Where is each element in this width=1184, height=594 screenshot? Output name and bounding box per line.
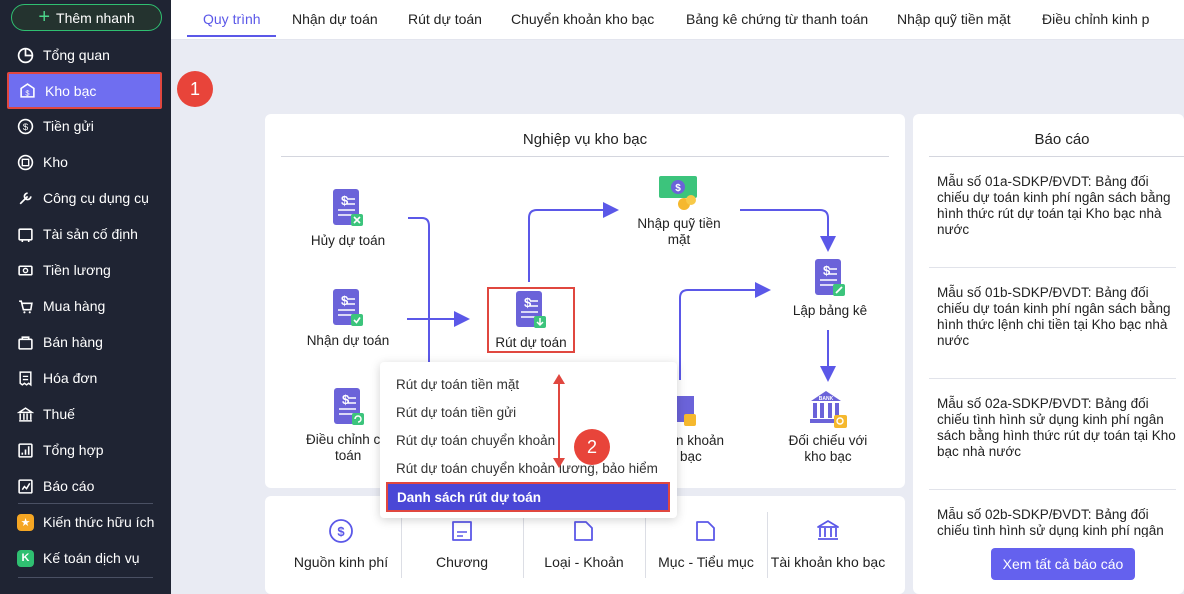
report-link[interactable]: Mẫu số 02b-SDKP/ĐVDT: Bảng đối chiếu tìn…	[937, 507, 1179, 537]
node-label: Lập bảng kê	[792, 303, 868, 318]
svg-text:$: $	[675, 183, 681, 194]
category-treasury-account[interactable]: Tài khoản kho bạc	[769, 518, 887, 582]
node-label: kho bạc	[804, 449, 852, 464]
folder-icon	[574, 521, 593, 541]
category-chapter[interactable]: Chương	[403, 518, 521, 582]
node-label: Nhập quỹ tiền	[637, 216, 721, 231]
category-label: Mục - Tiểu mục	[658, 554, 754, 570]
category-divider	[645, 512, 646, 578]
node-label: Rút dự toán	[495, 335, 567, 350]
node-label: Điều chỉnh c	[306, 432, 380, 447]
menu-item-withdraw-salary-transfer[interactable]: Rút dự toán chuyển khoản lương, bảo hiểm	[396, 461, 658, 476]
category-label: Tài khoản kho bạc	[770, 554, 886, 570]
svg-text:$: $	[341, 193, 349, 208]
document-icon: $	[516, 291, 546, 328]
node-label: Nhận dự toán	[306, 333, 390, 348]
category-divider	[401, 512, 402, 578]
chapter-icon	[452, 521, 472, 541]
report-link[interactable]: Mẫu số 01a-SDKP/ĐVDT: Bảng đối chiếu dự …	[937, 174, 1179, 238]
category-divider	[767, 512, 768, 578]
report-link[interactable]: Mẫu số 01b-SDKP/ĐVDT: Bảng đối chiếu dự …	[937, 285, 1179, 349]
bank-icon	[817, 520, 839, 540]
bank-icon	[676, 396, 696, 426]
bank-icon: BANK	[810, 391, 847, 428]
category-divider	[523, 512, 524, 578]
category-label: Loại - Khoản	[544, 554, 624, 570]
reports-title: Báo cáo	[1034, 131, 1090, 148]
report-link[interactable]: Mẫu số 02a-SDKP/ĐVDT: Bảng đối chiếu tìn…	[937, 396, 1179, 460]
node-label: mặt	[667, 232, 691, 247]
report-divider	[929, 489, 1176, 490]
document-icon: $	[815, 259, 845, 296]
node-label: Đối chiếu với	[788, 433, 868, 448]
node-treasury-transfer[interactable]: n khoản bạc	[676, 388, 736, 465]
node-reconcile-treasury[interactable]: BANK Đối chiếu với kho bạc	[780, 388, 876, 465]
document-icon: $	[334, 388, 364, 425]
svg-text:$: $	[341, 293, 349, 308]
menu-item-withdraw-deposit[interactable]: Rút dự toán tiền gửi	[396, 405, 516, 420]
node-receive-estimate[interactable]: $ Nhận dự toán	[298, 288, 398, 349]
category-label: Nguồn kinh phí	[293, 554, 389, 570]
menu-item-withdraw-transfer[interactable]: Rút dự toán chuyển khoản	[396, 433, 555, 448]
withdraw-estimate-menu: Rút dự toán tiền mặt Rút dự toán tiền gử…	[380, 362, 677, 518]
category-type-item[interactable]: Loại - Khoản	[525, 518, 643, 582]
menu-item-withdraw-cash[interactable]: Rút dự toán tiền mặt	[396, 377, 519, 392]
report-divider	[929, 378, 1176, 379]
svg-text:$: $	[337, 524, 345, 539]
node-label: toán	[335, 448, 362, 463]
node-cancel-estimate[interactable]: $ Hủy dự toán	[300, 188, 396, 249]
menu-item-withdraw-list[interactable]: Danh sách rút dự toán	[386, 482, 670, 512]
node-adjust-estimate[interactable]: $ Điều chỉnh c toán	[300, 387, 380, 464]
step-marker-2: 2	[574, 429, 610, 465]
node-label: bạc	[680, 449, 702, 464]
category-funding-source[interactable]: $ Nguồn kinh phí	[283, 518, 399, 582]
svg-text:BANK: BANK	[819, 396, 834, 402]
node-withdraw-estimate[interactable]: $ Rút dự toán	[487, 287, 575, 353]
document-icon: $	[333, 289, 363, 326]
document-icon: $	[333, 189, 363, 226]
svg-text:$: $	[342, 392, 350, 407]
dollar-circle-icon: $	[329, 519, 353, 543]
node-cash-deposit[interactable]: $ Nhập quỹ tiền mặt	[625, 173, 733, 248]
category-section-subsection[interactable]: Mục - Tiểu mục	[647, 518, 765, 582]
folder-icon	[696, 521, 715, 541]
report-divider	[929, 267, 1176, 268]
node-label: n khoản	[676, 433, 725, 448]
view-all-reports-button[interactable]: Xem tất cả báo cáo	[991, 548, 1135, 580]
node-label: Hủy dự toán	[310, 233, 386, 248]
reports-title-divider	[929, 156, 1184, 157]
svg-text:$: $	[823, 263, 831, 278]
node-create-statement[interactable]: $ Lập bảng kê	[785, 258, 875, 319]
svg-text:$: $	[524, 295, 532, 310]
cash-icon: $	[659, 176, 697, 210]
category-label: Chương	[435, 554, 489, 570]
